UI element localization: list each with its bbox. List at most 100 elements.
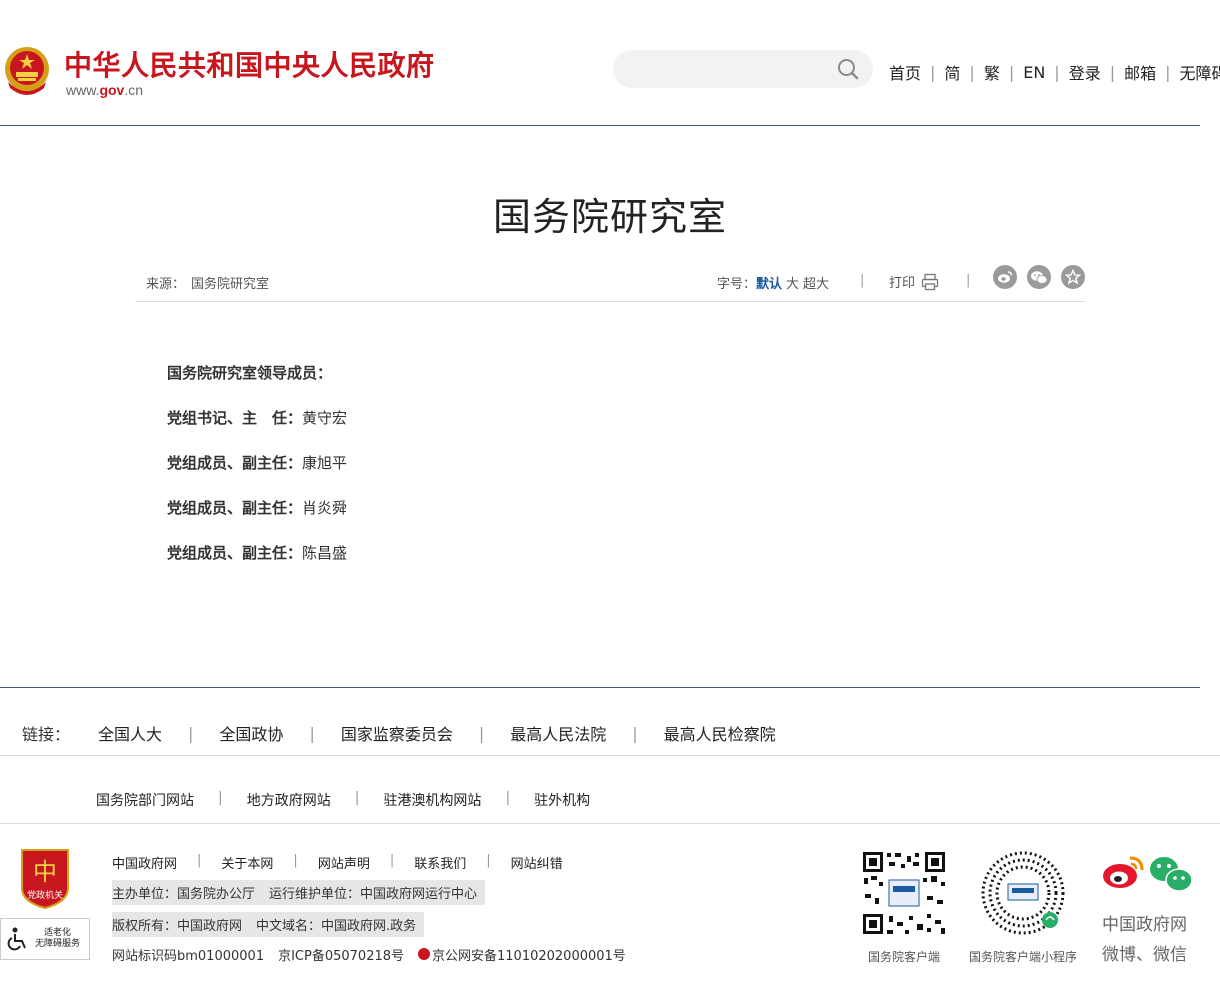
footer-host: 主办单位：国务院办公厅 (112, 887, 256, 902)
share-wechat-button[interactable] (1027, 265, 1051, 289)
member-row: 党组书记、主 任：黄守宏 (167, 408, 347, 453)
social-icons[interactable] (1100, 852, 1196, 894)
footer-divider: | (486, 853, 491, 868)
footer-police-text: 京公网安备11010202000001号 (432, 949, 626, 964)
elderly-accessibility-button[interactable]: 适老化 无障碍服务 (0, 918, 90, 960)
footer-link-about[interactable]: 关于本网 (221, 853, 273, 872)
government-site-links: 国务院部门网站 | 地方政府网站 | 驻港澳机构网站 | 驻外机构 (96, 790, 590, 810)
svg-text:中: 中 (33, 858, 57, 886)
footer-domain: 中文域名：中国政府网.政务 (256, 919, 417, 934)
member-role: 党组成员、副主任： (167, 499, 303, 517)
footer-nav: 中国政府网 | 关于本网 | 网站声明 | 联系我们 | 网站纠错 (112, 853, 563, 872)
member-role: 党组书记、主 任： (167, 409, 303, 427)
article-meta-bar: 来源： 国务院研究室 字号：默认大超大 | 打印 | (135, 262, 1085, 302)
site-url-suffix: .cn (124, 82, 144, 98)
font-size-xlarge[interactable]: 超大 (803, 277, 829, 292)
site-header: 中华人民共和国中央人民政府 www.gov.cn 首页 | 简 | 繁 | EN | 登… (0, 0, 1220, 126)
footer-registration: 网站标识码bm01000001 京ICP备05070218号 京公网安备1101… (112, 945, 626, 964)
article-source: 来源： 国务院研究室 (146, 273, 269, 292)
footer-icp[interactable]: 京ICP备05070218号 (278, 945, 404, 964)
link-local-gov[interactable]: 地方政府网站 (247, 790, 331, 810)
footer-link-report-error[interactable]: 网站纠错 (511, 853, 563, 872)
header-divider (0, 125, 1200, 126)
nav-mailbox[interactable]: 邮箱 (1124, 60, 1156, 84)
members-heading: 国务院研究室领导成员： (167, 363, 347, 408)
link-divider: | (188, 723, 194, 743)
app-qr-caption: 国务院客户端 (868, 950, 941, 964)
link-divider: | (218, 790, 223, 806)
link-departments[interactable]: 国务院部门网站 (96, 790, 194, 810)
nav-simplified[interactable]: 简 (944, 60, 960, 84)
page-title: 国务院研究室 (492, 195, 727, 239)
footer-link-contact[interactable]: 联系我们 (414, 853, 466, 872)
nav-traditional[interactable]: 繁 (984, 60, 1000, 84)
nav-english[interactable]: EN (1023, 63, 1045, 82)
members-heading-text: 国务院研究室领导成员： (167, 364, 333, 382)
top-nav: 首页 | 简 | 繁 | EN | 登录 | 邮箱 | 无障碍 (889, 60, 1220, 84)
search-input[interactable] (613, 50, 873, 88)
meta-divider: | (966, 273, 971, 288)
nav-divider: | (1054, 62, 1060, 82)
member-name: 肖炎舜 (302, 499, 348, 517)
nav-accessibility[interactable]: 无障碍 (1180, 60, 1220, 84)
printer-icon (921, 273, 939, 290)
footer-operator: 运行维护单位：中国政府网运行中心 (269, 887, 478, 902)
wechat-icon (1031, 270, 1048, 284)
font-size-control: 字号：默认大超大 (717, 273, 829, 292)
link-divider: | (632, 723, 638, 743)
member-role: 党组成员、副主任： (167, 544, 303, 562)
site-url-prefix: www. (66, 82, 100, 98)
link-hk-macau[interactable]: 驻港澳机构网站 (383, 790, 481, 810)
links-label: 链接： (22, 725, 71, 744)
nav-home[interactable]: 首页 (889, 60, 921, 84)
member-role: 党组成员、副主任： (167, 454, 303, 472)
site-url: www.gov.cn (66, 82, 143, 98)
search-icon[interactable] (837, 58, 859, 80)
font-size-label: 字号： (717, 277, 757, 292)
wheelchair-icon (7, 927, 26, 951)
footer-copyright: 版权所有：中国政府网 (112, 919, 243, 934)
print-button[interactable]: 打印 (889, 272, 939, 291)
article-body: 国务院研究室领导成员： 党组书记、主 任：黄守宏 党组成员、副主任：康旭平 党组… (167, 363, 347, 588)
nav-divider: | (930, 62, 936, 82)
social-caption-line1: 中国政府网 (1102, 915, 1187, 935)
footer-police-record[interactable]: 京公网安备11010202000001号 (418, 945, 626, 964)
footer-copyright-info: 版权所有：中国政府网 中文域名：中国政府网.政务 (112, 912, 425, 937)
member-name: 黄守宏 (302, 409, 348, 427)
social-caption-line2: 微博、微信 (1102, 945, 1187, 965)
footer-host-info: 主办单位：国务院办公厅 运行维护单位：中国政府网运行中心 (112, 880, 486, 905)
mini-program-qr-caption: 国务院客户端小程序 (969, 950, 1078, 964)
share-weibo-button[interactable] (993, 265, 1017, 289)
site-url-gov: gov (99, 82, 125, 98)
link-supreme-court[interactable]: 最高人民法院 (510, 721, 606, 745)
meta-divider: | (860, 273, 865, 288)
police-badge-icon (418, 948, 431, 960)
link-overseas[interactable]: 驻外机构 (534, 790, 590, 810)
footer-link-gov[interactable]: 中国政府网 (112, 853, 177, 872)
link-nsc[interactable]: 国家监察委员会 (341, 721, 453, 745)
links-divider (0, 687, 1200, 688)
print-label: 打印 (889, 276, 916, 291)
source-value: 国务院研究室 (191, 277, 270, 292)
party-government-badge-icon[interactable]: 中 党政机关 (18, 846, 72, 910)
a11y-line-1: 适老化 (44, 928, 72, 938)
mini-program-qr-code-icon (980, 850, 1066, 936)
links-divider (0, 823, 1220, 824)
a11y-line-2: 无障碍服务 (35, 939, 81, 949)
favorite-button[interactable] (1061, 265, 1085, 289)
link-procuratorate[interactable]: 最高人民检察院 (664, 721, 776, 745)
badge-label: 党政机关 (27, 889, 63, 901)
accessibility-text: 适老化 无障碍服务 (35, 928, 80, 950)
site-title[interactable]: 中华人民共和国中央人民政府 (64, 44, 435, 84)
font-size-large[interactable]: 大 (786, 277, 799, 292)
footer-divider: | (197, 853, 202, 868)
nav-divider: | (1165, 62, 1171, 82)
link-npc[interactable]: 全国人大 (98, 721, 162, 745)
link-cppcc[interactable]: 全国政协 (219, 721, 283, 745)
font-size-default[interactable]: 默认 (756, 277, 782, 292)
national-emblem-icon[interactable] (2, 42, 52, 98)
footer-divider: | (389, 853, 395, 868)
footer-link-statement[interactable]: 网站声明 (318, 853, 370, 872)
nav-login[interactable]: 登录 (1069, 60, 1101, 84)
link-divider: | (505, 790, 511, 806)
